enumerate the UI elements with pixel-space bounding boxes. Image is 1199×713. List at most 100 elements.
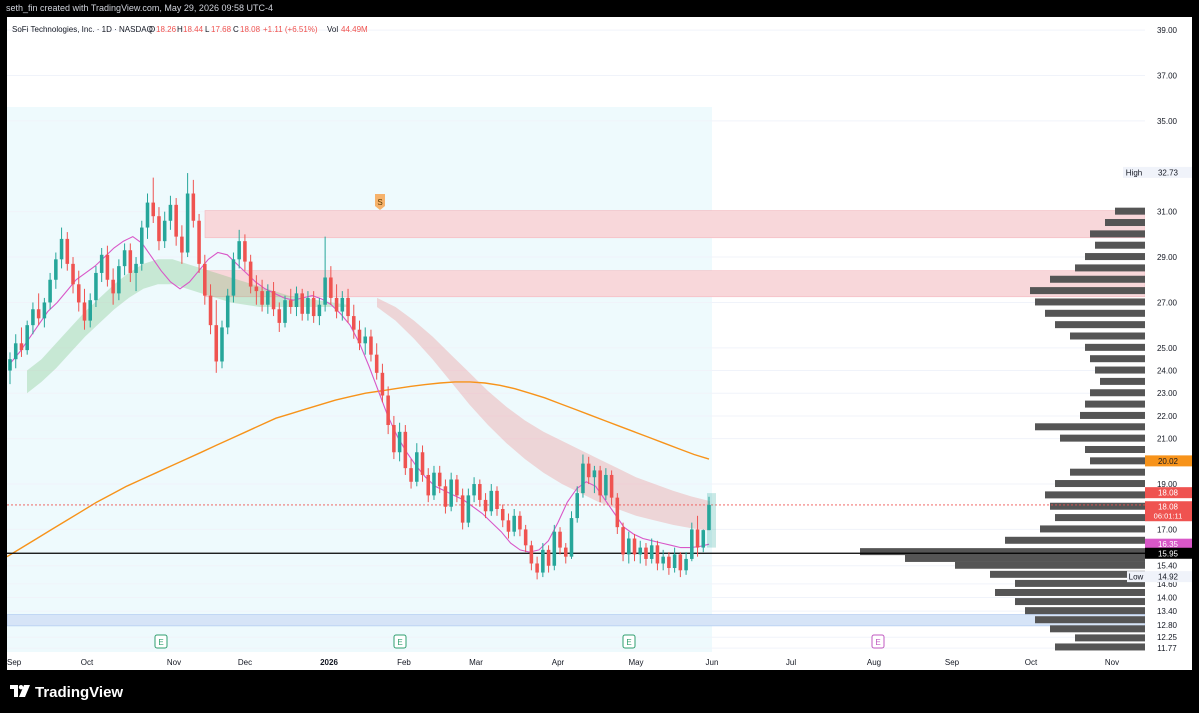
- volume-profile-bar: [1035, 298, 1145, 306]
- candle-body: [294, 293, 299, 307]
- candle-body: [667, 556, 671, 569]
- volume-profile-bar: [1090, 457, 1145, 465]
- candle-body: [495, 490, 499, 510]
- volume-profile-bar: [1060, 434, 1145, 442]
- volume-profile-bar: [1100, 377, 1145, 385]
- candle-body: [323, 277, 327, 305]
- candle-body: [48, 279, 52, 303]
- candle-body: [283, 300, 287, 323]
- candle-body: [248, 261, 253, 287]
- volume-profile-bar: [990, 570, 1145, 578]
- tradingview-logo[interactable]: TradingView: [10, 682, 123, 702]
- candle-body: [71, 263, 75, 285]
- volume-profile-bar: [1005, 536, 1145, 544]
- y-tick-label: 37.00: [1157, 71, 1178, 80]
- candle-body: [558, 531, 562, 548]
- price-tag-value: 15.95: [1158, 549, 1179, 558]
- candle-body: [478, 484, 482, 500]
- price-tag-extra: 06:01:11: [1154, 512, 1183, 521]
- candle-body: [36, 309, 41, 319]
- y-tick-label: 39.00: [1157, 26, 1178, 35]
- volume-profile-bar: [1095, 241, 1145, 249]
- candle-body: [151, 202, 156, 217]
- candle-body: [180, 236, 184, 253]
- x-tick-label: Nov: [167, 658, 181, 667]
- candle-body: [638, 547, 643, 555]
- candle-body: [621, 527, 625, 555]
- open-label: O: [149, 25, 155, 34]
- y-tick-label: 21.00: [1157, 435, 1178, 444]
- candle-body: [306, 297, 310, 314]
- volume-profile-bar: [995, 588, 1145, 596]
- candle-body: [415, 452, 419, 482]
- candle-body: [8, 359, 12, 371]
- candle-body: [300, 293, 304, 314]
- volume-profile-bar: [1080, 411, 1145, 419]
- earnings-marker-label: E: [875, 638, 880, 647]
- candle-body: [598, 470, 602, 496]
- candle-body: [432, 472, 436, 496]
- candle-body: [82, 302, 87, 321]
- y-tick-label: 12.25: [1157, 633, 1178, 642]
- volume-profile-bar: [1035, 423, 1145, 431]
- time-axis: [7, 652, 1192, 670]
- x-tick-label: Sep: [7, 658, 22, 667]
- candle-body: [500, 509, 505, 521]
- x-tick-label: Feb: [397, 658, 411, 667]
- volume-profile-bar: [1085, 253, 1145, 261]
- price-chart[interactable]: S E E E E SoFi Technologies, Inc. · 1D · NAS…: [6, 17, 1192, 670]
- y-tick-label: 22.00: [1157, 412, 1178, 421]
- candle-body: [243, 241, 247, 262]
- projection-box: [707, 493, 716, 548]
- candle-body: [678, 554, 683, 571]
- candle-body: [140, 227, 144, 264]
- candle-body: [581, 463, 585, 494]
- volume-profile-bar: [1045, 491, 1145, 499]
- candle-body: [220, 327, 224, 362]
- candle-body: [88, 300, 92, 321]
- volume-profile-bar: [1050, 502, 1145, 510]
- candle-body: [340, 297, 345, 312]
- candle-body: [311, 297, 316, 317]
- price-tag-value: 14.92: [1158, 573, 1179, 582]
- x-tick-label: Aug: [867, 658, 881, 667]
- candle-body: [231, 259, 236, 296]
- volume-profile-bar: [1055, 514, 1145, 522]
- candle-body: [529, 545, 534, 564]
- candle-body: [512, 515, 516, 532]
- symbol-title: SoFi Technologies, Inc. · 1D · NASDAQ: [12, 25, 153, 34]
- y-tick-label: 27.00: [1157, 298, 1178, 307]
- volume-profile-bar: [1055, 321, 1145, 329]
- chart-area[interactable]: S E E E E SoFi Technologies, Inc. · 1D · NAS…: [6, 17, 1192, 670]
- volume-profile-bar: [1040, 525, 1145, 533]
- candle-body: [329, 277, 333, 298]
- resistance-zone: [204, 270, 1146, 298]
- candle-body: [162, 220, 167, 242]
- candle-body: [145, 202, 150, 228]
- volume-profile-bar: [1050, 275, 1145, 283]
- candle-body: [99, 254, 104, 273]
- y-tick-label: 29.00: [1157, 253, 1178, 262]
- candle-body: [546, 549, 551, 566]
- candle-body: [128, 250, 133, 273]
- volume-profile-bar: [1085, 445, 1145, 453]
- candle-body: [351, 316, 356, 330]
- candle-body: [552, 531, 557, 566]
- credit-bar: seth_fin created with TradingView.com, M…: [0, 0, 1199, 17]
- tradingview-wordmark: TradingView: [35, 683, 124, 701]
- candle-body: [592, 470, 597, 478]
- candle-body: [604, 474, 608, 496]
- earnings-marker-label: E: [626, 638, 631, 647]
- volume-profile-bar: [1075, 634, 1145, 642]
- y-tick-label: 14.00: [1157, 594, 1178, 603]
- candle-body: [191, 193, 196, 221]
- candle-body: [197, 220, 201, 264]
- candle-body: [288, 300, 293, 307]
- y-tick-label: 15.40: [1157, 562, 1178, 571]
- low-value: 17.68: [211, 25, 232, 34]
- volume-profile-bar: [1090, 230, 1145, 238]
- candle-body: [94, 272, 98, 301]
- x-tick-label: Oct: [81, 658, 94, 667]
- candle-body: [203, 263, 207, 296]
- candle-body: [76, 284, 81, 303]
